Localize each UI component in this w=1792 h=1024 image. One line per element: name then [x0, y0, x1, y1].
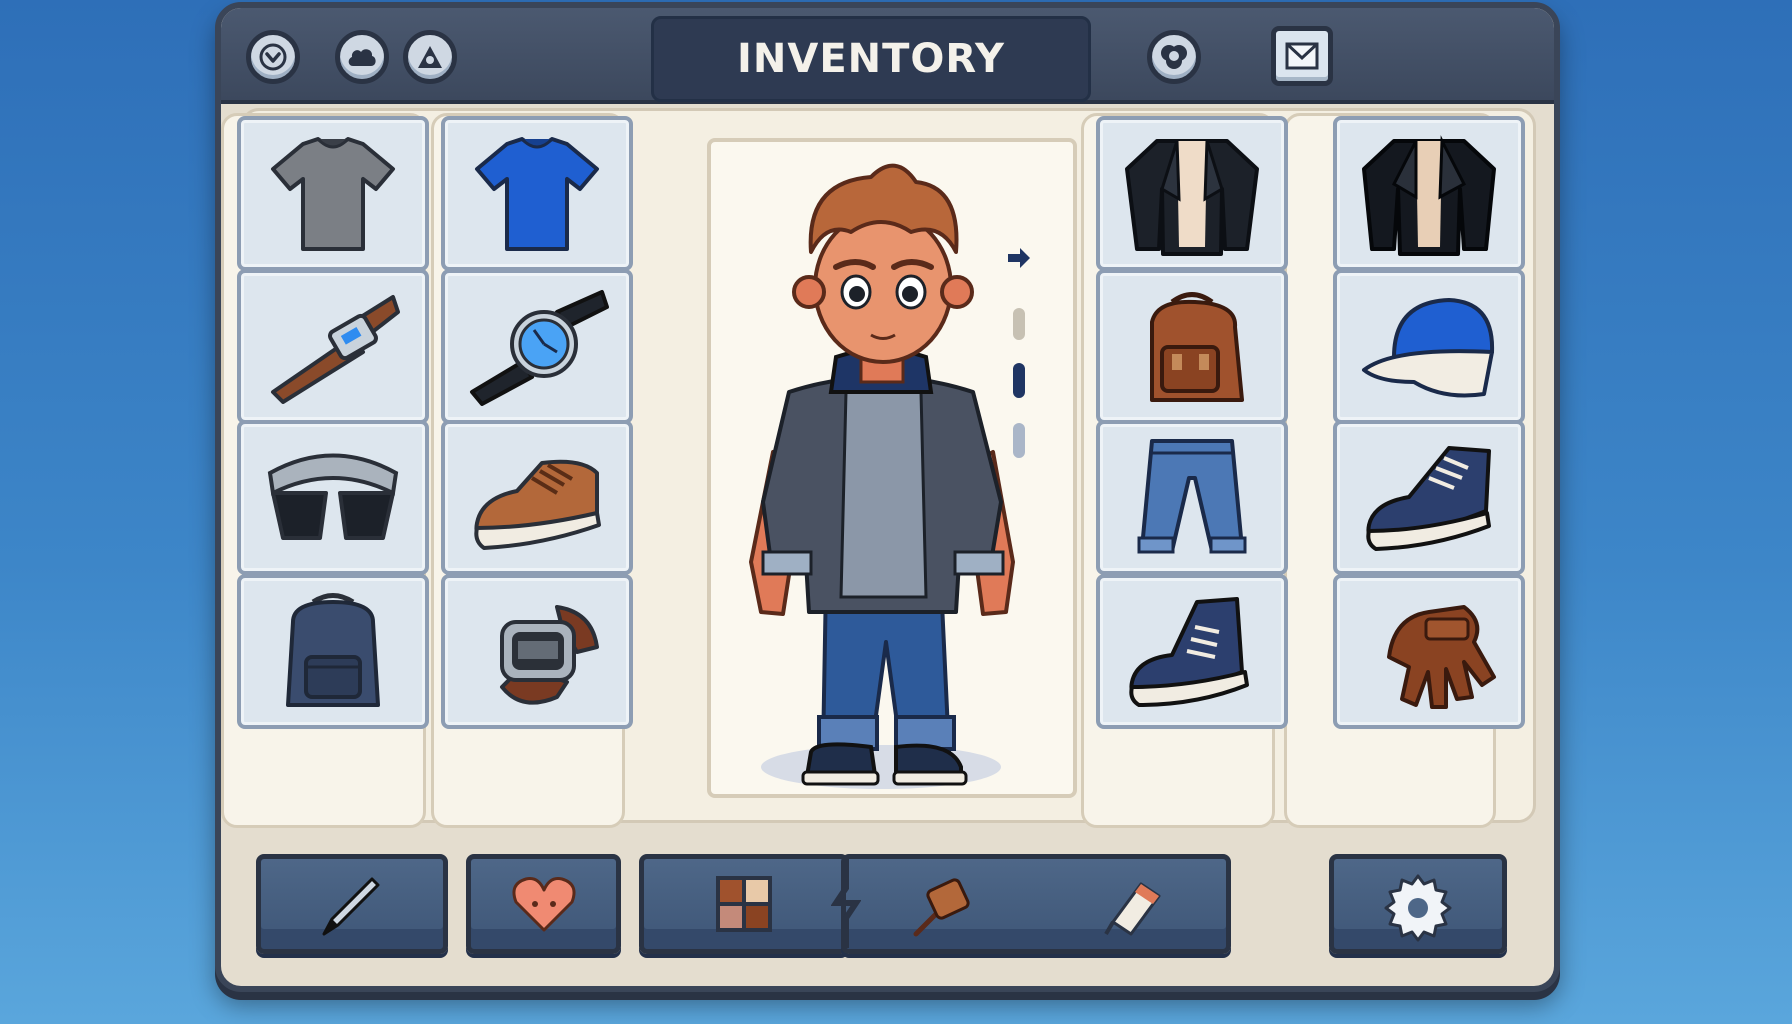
- character-preview-panel: [707, 138, 1077, 798]
- sneaker-icon: [1129, 596, 1249, 707]
- bottom-toolbar: [241, 838, 1536, 978]
- inventory-window: INVENTORY: [215, 2, 1560, 992]
- page-title: INVENTORY: [651, 16, 1091, 102]
- mail-button[interactable]: [1271, 26, 1333, 86]
- cloud-button[interactable]: [335, 30, 389, 84]
- slot-blue-tshirt[interactable]: [441, 116, 633, 271]
- watch-icon: [500, 604, 599, 705]
- mail-icon: [1285, 42, 1319, 70]
- watch-icon: [470, 289, 609, 406]
- settings-gear-icon: [1384, 874, 1452, 942]
- backpack-icon: [1150, 291, 1244, 402]
- slot-navy-sneaker[interactable]: [1333, 420, 1525, 575]
- jacket-icon: [1362, 134, 1496, 256]
- character-avatar: [749, 163, 1015, 789]
- heart-button[interactable]: [466, 854, 621, 954]
- slot-blue-baseball-cap[interactable]: [1333, 269, 1525, 424]
- slot-brown-backpack[interactable]: [1096, 269, 1288, 424]
- eraser-icon: [1104, 882, 1161, 936]
- slot-black-biker-jacket[interactable]: [1333, 116, 1525, 271]
- cloud-swap-button[interactable]: [1147, 30, 1201, 84]
- grid-button[interactable]: [639, 854, 849, 954]
- watch-icon: [271, 294, 400, 404]
- slot-digital-watch[interactable]: [441, 574, 633, 729]
- top-bar: INVENTORY: [221, 8, 1554, 104]
- pen-icon: [322, 877, 380, 936]
- slot-navy-backpack[interactable]: [237, 574, 429, 729]
- next-arrow-icon[interactable]: [1006, 246, 1032, 270]
- grid-icon: [716, 876, 772, 932]
- settings-button[interactable]: [1329, 854, 1507, 954]
- sneaker-icon: [1366, 445, 1491, 551]
- backpack-icon: [286, 592, 380, 707]
- toolbar-connector: [831, 858, 861, 948]
- checkmark-icon: [259, 43, 287, 71]
- jacket-icon: [1125, 138, 1259, 256]
- jeans-icon: [1137, 438, 1247, 553]
- triangle-button[interactable]: [403, 30, 457, 84]
- sunglasses-icon: [267, 453, 399, 540]
- slot-blue-jeans[interactable]: [1096, 420, 1288, 575]
- tshirt-icon: [271, 136, 395, 251]
- sneaker-icon: [474, 459, 601, 550]
- brush-tools-icon: [913, 878, 970, 937]
- page-dot-1[interactable]: [1013, 308, 1025, 340]
- page-dot-3[interactable]: [1013, 423, 1025, 458]
- cloud-icon: [348, 49, 376, 66]
- slot-brown-sneaker[interactable]: [441, 420, 633, 575]
- slot-sunglasses[interactable]: [237, 420, 429, 575]
- slot-leather-strap-watch[interactable]: [237, 269, 429, 424]
- cap-icon: [1362, 297, 1495, 397]
- cloud-swap-icon: [1161, 45, 1187, 69]
- glove-icon: [1387, 604, 1496, 709]
- slot-gray-tshirt[interactable]: [237, 116, 429, 271]
- slot-black-leather-jacket[interactable]: [1096, 116, 1288, 271]
- tshirt-icon: [475, 136, 599, 251]
- page-dot-2-active[interactable]: [1013, 363, 1025, 398]
- slot-blue-dial-watch[interactable]: [441, 269, 633, 424]
- triangle-icon: [418, 46, 442, 68]
- slot-navy-high-top-sneaker[interactable]: [1096, 574, 1288, 729]
- slot-brown-glove[interactable]: [1333, 574, 1525, 729]
- checkmark-icon-button[interactable]: [246, 30, 300, 84]
- brush-tools-button[interactable]: [841, 854, 1231, 954]
- heart-icon: [512, 877, 575, 932]
- pen-button[interactable]: [256, 854, 448, 954]
